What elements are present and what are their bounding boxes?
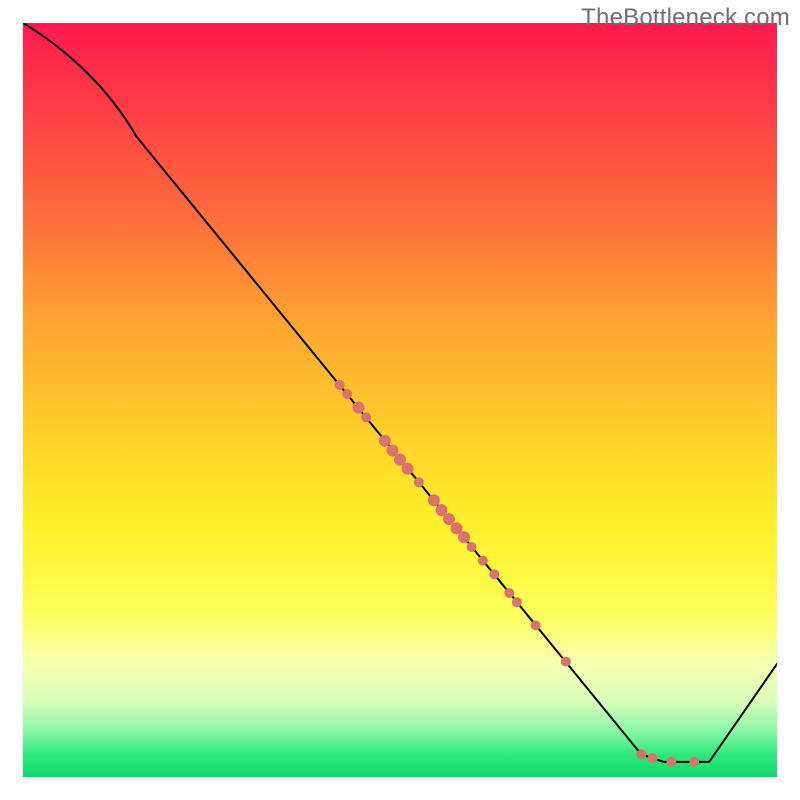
chart-canvas: TheBottleneck.com [0, 0, 800, 800]
scatter-dot [379, 435, 391, 447]
scatter-dot [636, 749, 646, 759]
scatter-dot [414, 477, 424, 487]
scatter-dot [666, 757, 676, 767]
scatter-dot [531, 620, 541, 630]
scatter-dot [353, 402, 365, 414]
scatter-dot [361, 412, 371, 422]
scatter-dot [402, 463, 414, 475]
scatter-dot [504, 588, 514, 598]
scatter-dot [478, 556, 488, 566]
scatter-dot [342, 389, 352, 399]
scatter-dot [467, 542, 477, 552]
scatter-dot [489, 569, 499, 579]
scatter-layer [23, 23, 777, 777]
scatter-dot [689, 757, 699, 767]
scatter-dot [335, 380, 345, 390]
scatter-dot [648, 753, 658, 763]
scatter-dot [428, 494, 440, 506]
plot-area [23, 23, 777, 777]
watermark-text: TheBottleneck.com [581, 4, 790, 32]
scatter-dot [458, 531, 470, 543]
scatter-dot [512, 597, 522, 607]
scatter-dot [561, 657, 571, 667]
